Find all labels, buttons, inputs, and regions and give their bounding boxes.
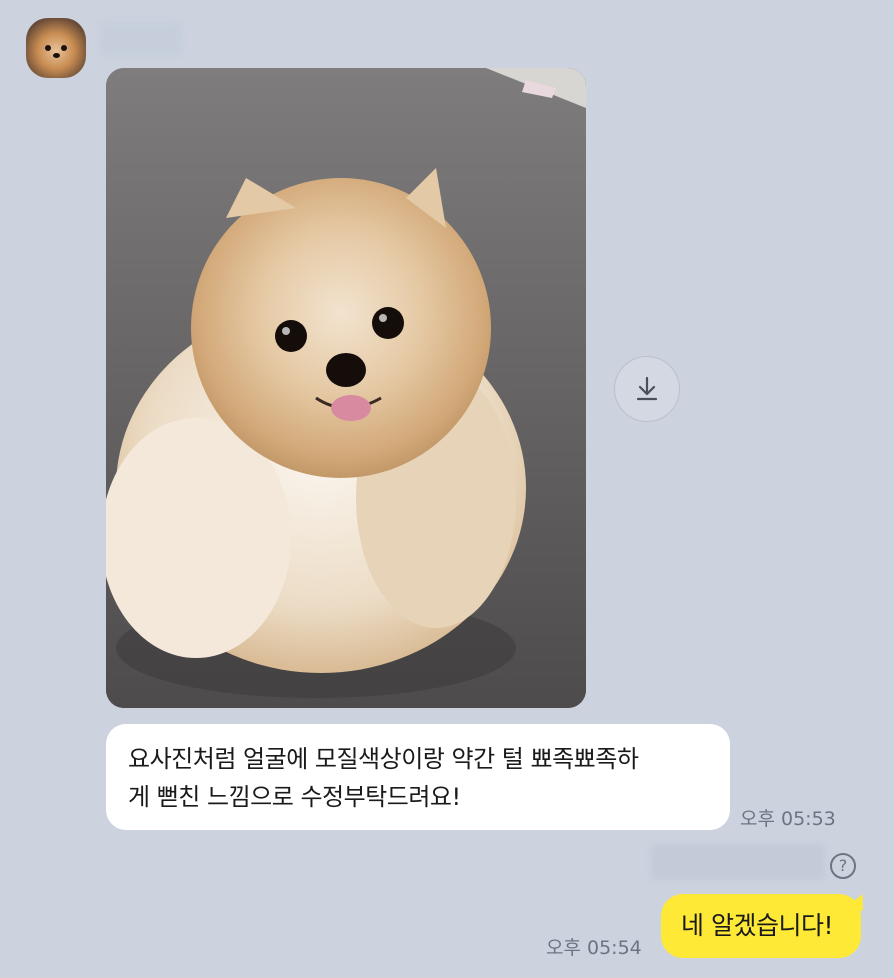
download-icon [636, 376, 658, 401]
outgoing-message-bubble[interactable]: 네 알겠습니다! [661, 894, 861, 958]
pomeranian-photo[interactable] [106, 68, 586, 708]
sender-name-blurred [100, 22, 182, 56]
pomeranian-avatar[interactable] [26, 18, 86, 78]
avatar-nose [53, 53, 60, 58]
incoming-message-line-2: 게 뻗친 느낌으로 수정부탁드려요! [128, 783, 461, 811]
incoming-timestamp: 오후 05:53 [740, 808, 836, 830]
outgoing-timestamp: 오후 05:54 [546, 937, 642, 959]
avatar-eye-right [61, 45, 67, 51]
download-button[interactable] [614, 356, 680, 422]
incoming-message-bubble[interactable]: 요사진처럼 얼굴에 모질색상이랑 약간 털 뾰족뾰족하 게 뻗친 느낌으로 수정… [106, 724, 730, 830]
help-icon[interactable]: ? [830, 853, 856, 879]
outgoing-status-blurred [651, 844, 825, 880]
avatar-eye-left [45, 45, 51, 51]
incoming-message-line-1: 요사진처럼 얼굴에 모질색상이랑 약간 털 뾰족뾰족하 [128, 745, 639, 773]
pomeranian-illustration [106, 68, 586, 708]
